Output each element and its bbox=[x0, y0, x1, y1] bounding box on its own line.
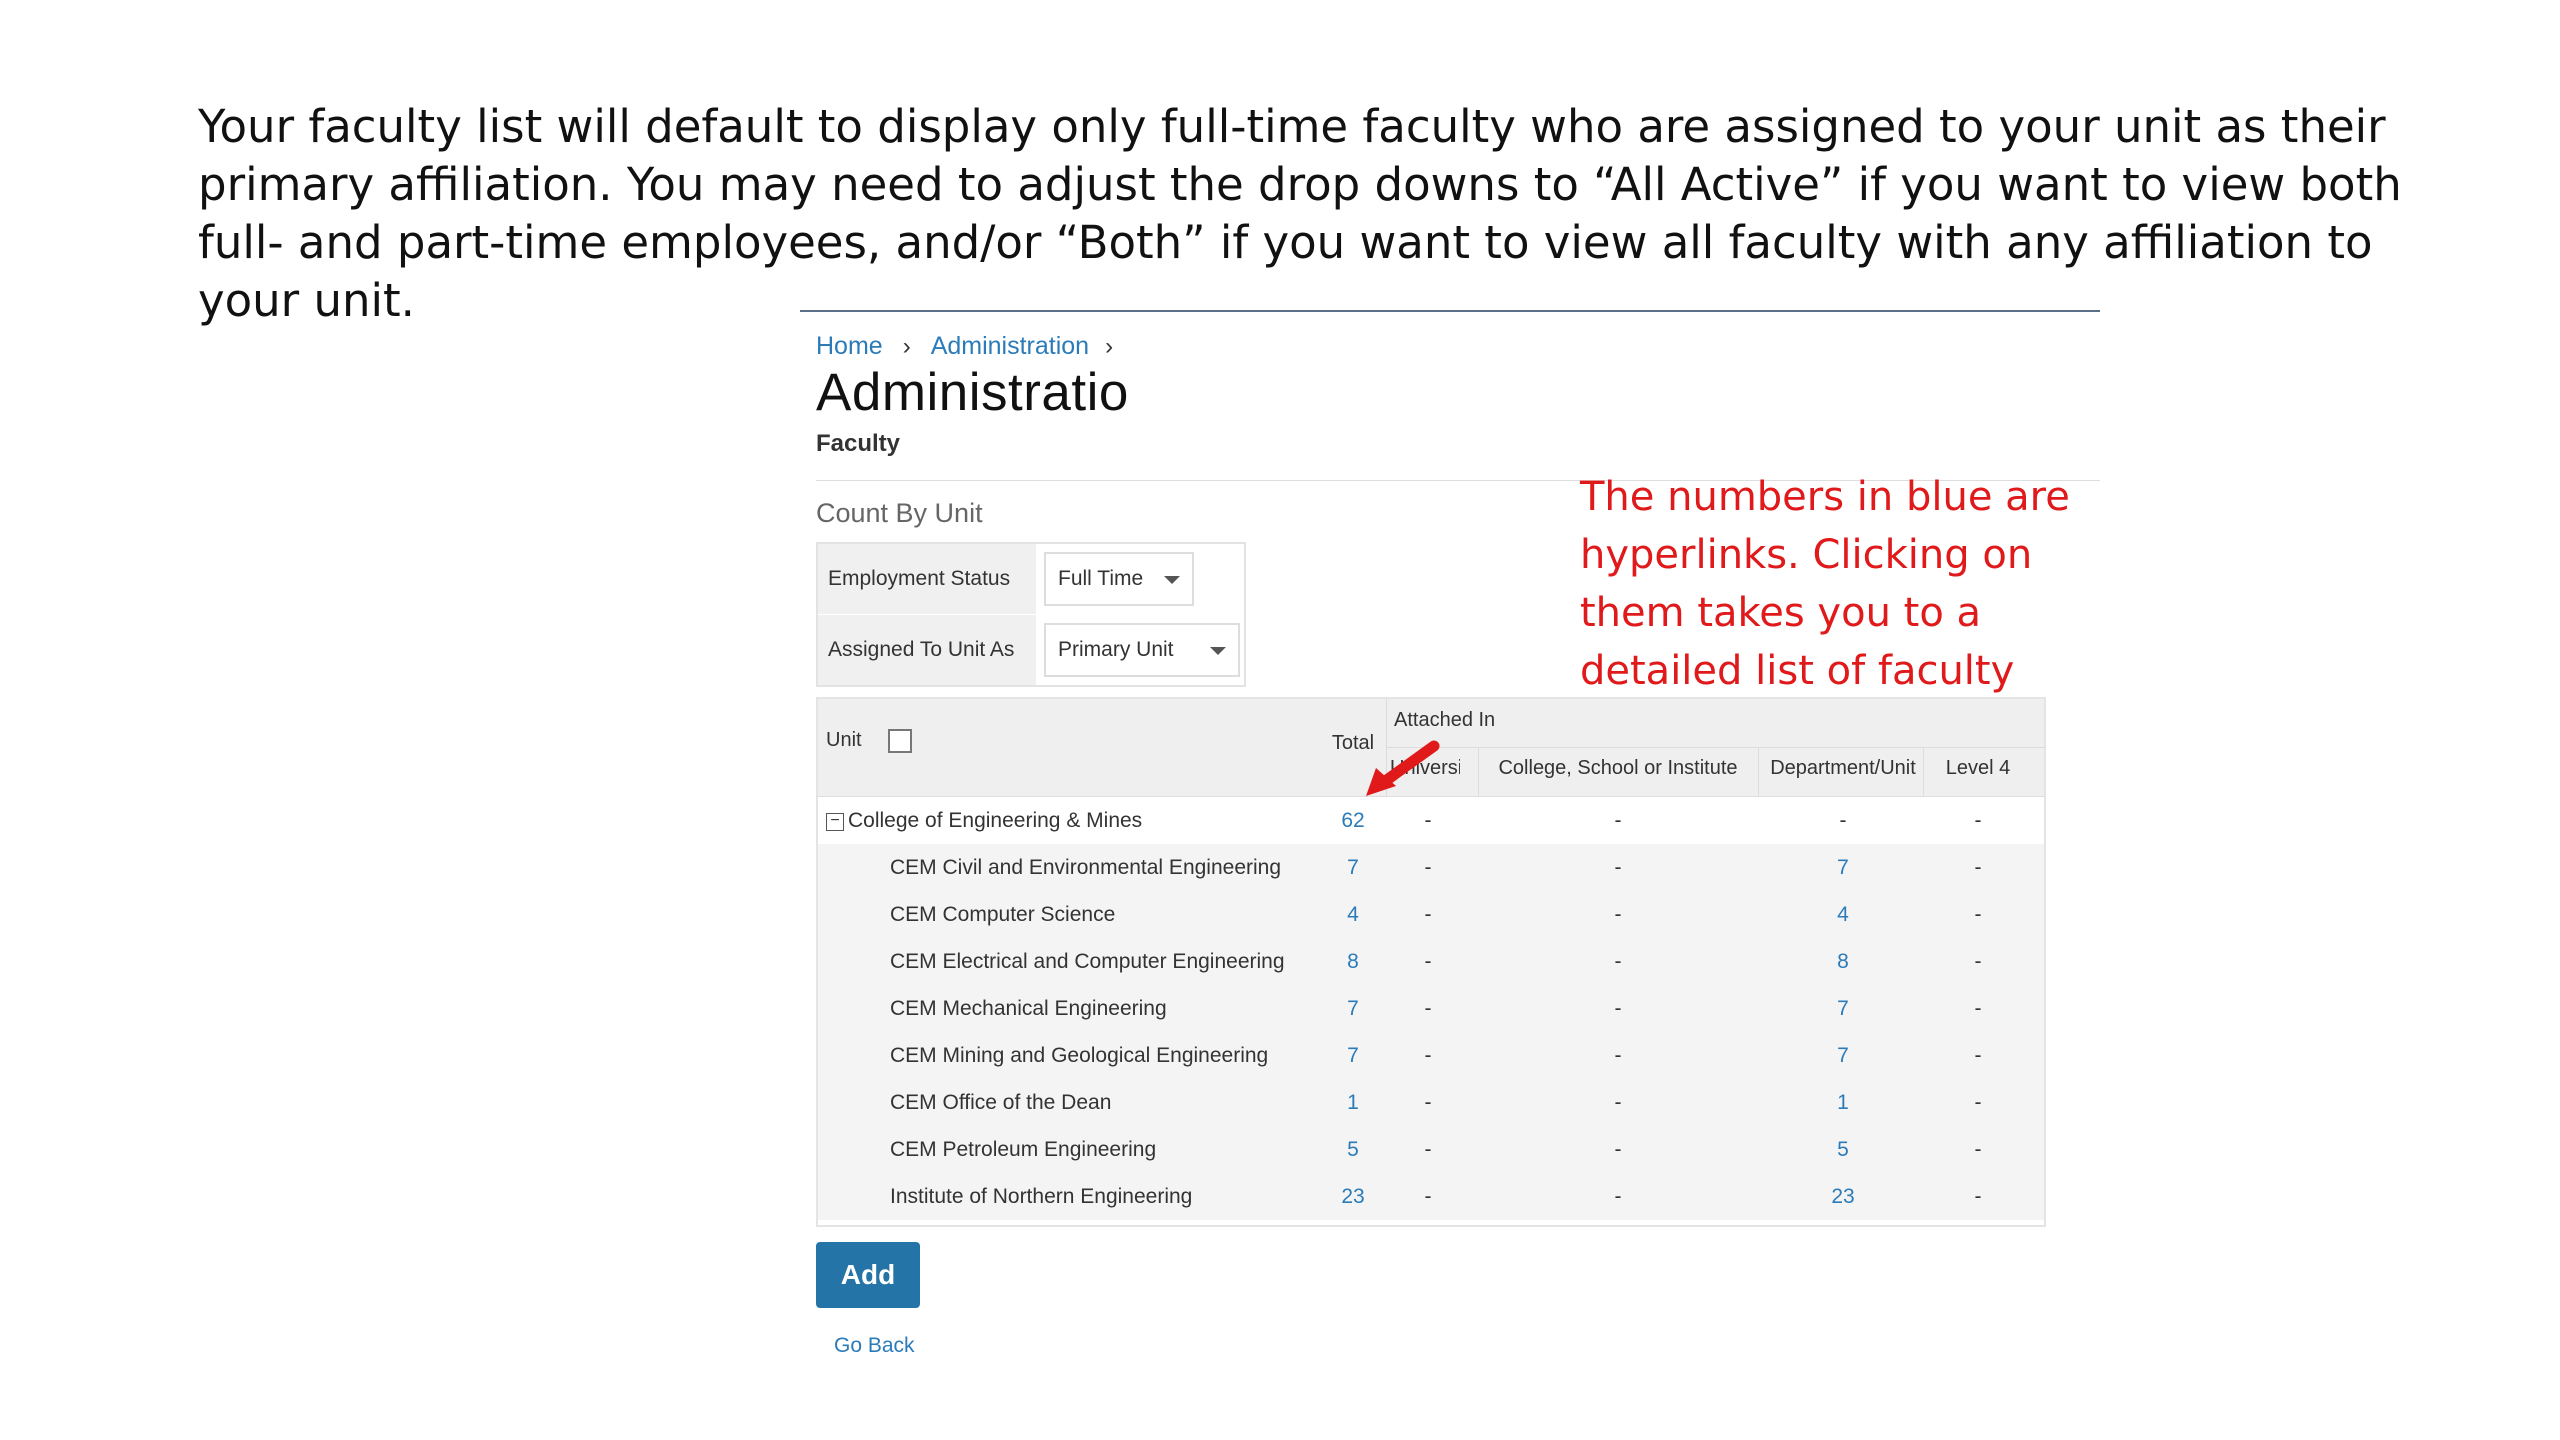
header-divider bbox=[1478, 747, 1479, 797]
breadcrumb-home[interactable]: Home bbox=[816, 332, 883, 361]
level4-count: - bbox=[1974, 950, 1982, 973]
header-divider bbox=[1923, 747, 1924, 797]
section-title: Count By Unit bbox=[816, 498, 983, 528]
total-link[interactable]: 1 bbox=[1318, 1091, 1388, 1115]
caret-down-icon bbox=[1164, 576, 1180, 584]
university-count: - bbox=[1424, 809, 1432, 832]
university-count: - bbox=[1424, 903, 1432, 926]
table-row: CEM Electrical and Computer Engineering … bbox=[818, 938, 2044, 985]
department-link[interactable]: 7 bbox=[1763, 997, 1923, 1021]
assigned-unit-label: Assigned To Unit As bbox=[818, 615, 1036, 685]
total-link[interactable]: 23 bbox=[1318, 1185, 1388, 1209]
total-link[interactable]: 8 bbox=[1318, 950, 1388, 974]
page-subtitle: Faculty bbox=[816, 430, 901, 457]
table-row: Institute of Northern Engineering 23 - -… bbox=[818, 1173, 2044, 1220]
filter-panel: Employment Status Full Time Assigned To … bbox=[816, 542, 1246, 687]
total-link[interactable]: 4 bbox=[1318, 903, 1388, 927]
table-row: CEM Petroleum Engineering 5 - - 5 - bbox=[818, 1126, 2044, 1173]
department-link[interactable]: 7 bbox=[1763, 856, 1923, 880]
unit-name: CEM Electrical and Computer Engineering bbox=[890, 950, 1285, 973]
chevron-right-icon: › bbox=[1105, 332, 1114, 360]
filter-row-employment: Employment Status Full Time bbox=[818, 544, 1244, 614]
callout-annotation: The numbers in blue are hyperlinks. Clic… bbox=[1580, 474, 2070, 694]
college-count: - bbox=[1614, 1044, 1622, 1067]
department-count: - bbox=[1839, 809, 1847, 832]
level4-count: - bbox=[1974, 1185, 1982, 1208]
college-count: - bbox=[1614, 809, 1622, 832]
level4-header[interactable]: Level 4 bbox=[1928, 757, 2028, 780]
header-divider bbox=[1758, 747, 1759, 797]
unit-name: CEM Mechanical Engineering bbox=[890, 997, 1167, 1020]
college-header[interactable]: College, School or Institute bbox=[1478, 757, 1758, 780]
unit-name: CEM Office of the Dean bbox=[890, 1091, 1112, 1114]
college-count: - bbox=[1614, 1138, 1622, 1161]
breadcrumb-administration[interactable]: Administration bbox=[931, 332, 1089, 361]
table-row: CEM Mechanical Engineering 7 - - 7 - bbox=[818, 985, 2044, 1032]
employment-status-value: Full Time bbox=[1058, 567, 1144, 590]
level4-count: - bbox=[1974, 997, 1982, 1020]
department-header[interactable]: Department/Unit bbox=[1763, 757, 1923, 780]
unit-checkbox[interactable] bbox=[888, 729, 912, 753]
department-link[interactable]: 23 bbox=[1763, 1185, 1923, 1209]
total-link[interactable]: 7 bbox=[1318, 856, 1388, 880]
minus-square-icon[interactable]: − bbox=[826, 813, 844, 831]
unit-header[interactable]: Unit bbox=[826, 729, 862, 752]
college-count: - bbox=[1614, 1185, 1622, 1208]
add-button[interactable]: Add bbox=[816, 1242, 920, 1308]
department-link[interactable]: 4 bbox=[1763, 903, 1923, 927]
college-count: - bbox=[1614, 903, 1622, 926]
caret-down-icon bbox=[1210, 647, 1226, 655]
college-count: - bbox=[1614, 950, 1622, 973]
table-row: CEM Office of the Dean 1 - - 1 - bbox=[818, 1079, 2044, 1126]
level4-count: - bbox=[1974, 1044, 1982, 1067]
level4-count: - bbox=[1974, 903, 1982, 926]
unit-name: CEM Mining and Geological Engineering bbox=[890, 1044, 1269, 1067]
university-count: - bbox=[1424, 950, 1432, 973]
university-count: - bbox=[1424, 997, 1432, 1020]
header-divider bbox=[1386, 747, 2046, 748]
breadcrumb: Home › Administration › bbox=[816, 332, 1113, 361]
unit-name: Institute of Northern Engineering bbox=[890, 1185, 1193, 1208]
university-count: - bbox=[1424, 1185, 1432, 1208]
go-back-link[interactable]: Go Back bbox=[834, 1334, 915, 1358]
total-link[interactable]: 7 bbox=[1318, 1044, 1388, 1068]
table-row-parent: − College of Engineering & Mines 62 - - … bbox=[818, 797, 2044, 844]
intro-text: Your faculty list will default to displa… bbox=[198, 100, 2402, 327]
university-count: - bbox=[1424, 1044, 1432, 1067]
table-row: CEM Computer Science 4 - - 4 - bbox=[818, 891, 2044, 938]
level4-count: - bbox=[1974, 856, 1982, 879]
assigned-unit-select[interactable]: Primary Unit bbox=[1044, 623, 1240, 677]
total-link[interactable]: 62 bbox=[1318, 809, 1388, 833]
level4-count: - bbox=[1974, 1091, 1982, 1114]
unit-name: College of Engineering & Mines bbox=[848, 809, 1143, 832]
college-count: - bbox=[1614, 997, 1622, 1020]
table-row: CEM Civil and Environmental Engineering … bbox=[818, 844, 2044, 891]
university-count: - bbox=[1424, 856, 1432, 879]
unit-name: CEM Petroleum Engineering bbox=[890, 1138, 1157, 1161]
filter-row-assigned: Assigned To Unit As Primary Unit bbox=[818, 615, 1244, 685]
level4-count: - bbox=[1974, 809, 1982, 832]
employment-status-label: Employment Status bbox=[818, 544, 1036, 614]
level4-count: - bbox=[1974, 1138, 1982, 1161]
university-count: - bbox=[1424, 1138, 1432, 1161]
page-title: Administratio bbox=[816, 363, 1129, 422]
department-link[interactable]: 7 bbox=[1763, 1044, 1923, 1068]
college-count: - bbox=[1614, 1091, 1622, 1114]
college-count: - bbox=[1614, 856, 1622, 879]
employment-status-select[interactable]: Full Time bbox=[1044, 552, 1194, 606]
department-link[interactable]: 8 bbox=[1763, 950, 1923, 974]
total-link[interactable]: 5 bbox=[1318, 1138, 1388, 1162]
assigned-unit-value: Primary Unit bbox=[1058, 638, 1174, 661]
total-link[interactable]: 7 bbox=[1318, 997, 1388, 1021]
chevron-right-icon: › bbox=[902, 332, 911, 360]
attached-in-header: Attached In bbox=[1394, 709, 1496, 731]
department-link[interactable]: 5 bbox=[1763, 1138, 1923, 1162]
unit-name: CEM Computer Science bbox=[890, 903, 1116, 926]
table-row: CEM Mining and Geological Engineering 7 … bbox=[818, 1032, 2044, 1079]
unit-name: CEM Civil and Environmental Engineering bbox=[890, 856, 1282, 879]
university-count: - bbox=[1424, 1091, 1432, 1114]
red-arrow-icon bbox=[1366, 740, 1440, 796]
department-link[interactable]: 1 bbox=[1763, 1091, 1923, 1115]
